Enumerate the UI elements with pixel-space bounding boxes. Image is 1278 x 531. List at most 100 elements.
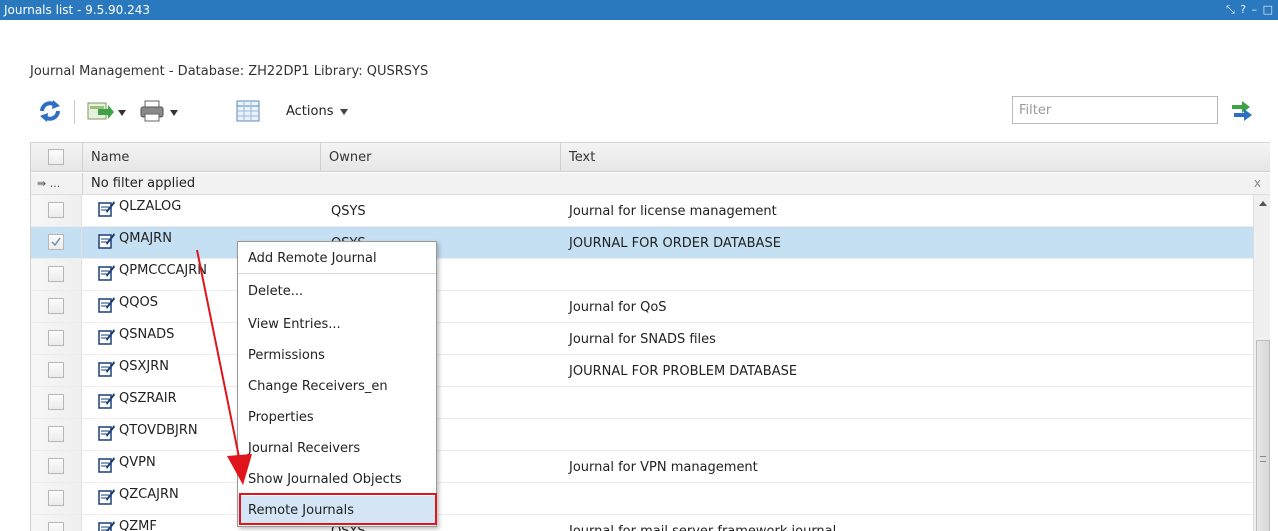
journal-icon (98, 295, 116, 317)
journal-name[interactable]: QLZALOG (119, 199, 181, 214)
menu-item-properties[interactable]: Properties (238, 403, 436, 431)
journal-icon (98, 519, 116, 531)
actions-menu-button[interactable]: Actions (286, 104, 348, 119)
journal-text: JOURNAL FOR ORDER DATABASE (569, 236, 781, 251)
journal-text: Journal for mail server framework journa… (569, 524, 845, 531)
menu-item-view-entries[interactable]: View Entries... (238, 310, 436, 338)
row-checkbox-cell (31, 483, 82, 514)
table-row[interactable]: QMAJRNQSYSJOURNAL FOR ORDER DATABASE (31, 227, 1253, 259)
journal-name[interactable]: QSZRAIR (119, 391, 177, 406)
journal-name[interactable]: QVPN (119, 455, 156, 470)
vertical-scrollbar[interactable] (1253, 195, 1270, 531)
row-checkbox-cell (31, 259, 82, 290)
export-icon[interactable] (86, 97, 126, 129)
menu-item-show-journaled-objects[interactable]: Show Journaled Objects (238, 465, 436, 493)
row-checkbox[interactable] (48, 458, 64, 474)
table-row[interactable]: QSZRAIR (31, 387, 1253, 419)
journal-text: JOURNAL FOR PROBLEM DATABASE (569, 364, 798, 379)
window-titlebar: Journals list - 9.5.90.243 ⤡ ? – □ (0, 0, 1278, 20)
journal-icon (98, 455, 116, 477)
table-row[interactable]: QPMCCCAJRN (31, 259, 1253, 291)
journals-table: Name Owner Text ⇛ ... No filter applied … (30, 142, 1270, 531)
context-menu: Add Remote Journal Delete... View Entries.… (237, 241, 437, 527)
journal-icon (98, 263, 116, 285)
filter-status-row: ⇛ ... No filter applied x (31, 173, 1270, 195)
journal-name[interactable]: QQOS (119, 295, 158, 310)
filter-options-button[interactable]: ⇛ ... (31, 173, 83, 194)
row-checkbox[interactable] (48, 266, 64, 282)
table-row[interactable]: QQOS Journal for QoS (31, 291, 1253, 323)
row-checkbox-cell (31, 515, 82, 531)
journal-icon (98, 487, 116, 509)
journal-name[interactable]: QZMF (119, 519, 157, 531)
go-icon[interactable] (1230, 99, 1254, 127)
journal-name[interactable]: QTOVDBJRN (119, 423, 198, 438)
journal-name[interactable]: QMAJRN (119, 231, 172, 246)
menu-item-remote-journals[interactable]: Remote Journals (238, 496, 436, 524)
journal-text: Journal for VPN management (569, 460, 758, 475)
journal-icon (98, 359, 116, 381)
row-checkbox[interactable] (48, 362, 64, 378)
table-row[interactable]: QTOVDBJRN (31, 419, 1253, 451)
row-checkbox-cell (31, 451, 82, 482)
menu-item-journal-receivers[interactable]: Journal Receivers (238, 434, 436, 462)
journal-name[interactable]: QZCAJRN (119, 487, 179, 502)
menu-item-change-receivers-en[interactable]: Change Receivers_en (238, 372, 436, 400)
column-header-name[interactable]: Name (83, 143, 321, 172)
grip-icon (1260, 456, 1266, 462)
row-checkbox-cell (31, 419, 82, 450)
table-row[interactable]: QSNADS Journal for SNADS files (31, 323, 1253, 355)
journal-text: Journal for QoS (569, 300, 667, 315)
scrollbar-thumb[interactable] (1256, 340, 1270, 531)
row-checkbox[interactable] (48, 330, 64, 346)
journal-text: Journal for SNADS files (569, 332, 716, 347)
filter-input[interactable] (1012, 96, 1218, 124)
row-checkbox-cell (31, 227, 82, 258)
menu-item-permissions[interactable]: Permissions (238, 341, 436, 369)
window-controls[interactable]: ⤡ ? – □ (1226, 3, 1274, 17)
menu-item-delete[interactable]: Delete... (238, 277, 436, 305)
select-all-header (31, 143, 83, 172)
journal-owner: QSYS (331, 204, 366, 219)
journal-name[interactable]: QPMCCCAJRN (119, 263, 207, 278)
journal-icon (98, 327, 116, 349)
row-checkbox[interactable] (48, 490, 64, 506)
row-checkbox[interactable] (48, 234, 64, 250)
menu-item-add-remote-journal[interactable]: Add Remote Journal (238, 244, 436, 272)
column-header-owner[interactable]: Owner (321, 143, 561, 172)
row-checkbox[interactable] (48, 394, 64, 410)
row-checkbox-cell (31, 323, 82, 354)
table-header: Name Owner Text (31, 142, 1270, 172)
columns-icon[interactable] (236, 97, 260, 129)
chevron-down-icon (339, 108, 348, 115)
row-checkbox-cell (31, 355, 82, 386)
journal-icon (98, 231, 116, 253)
table-row[interactable]: QZMFQSYSJournal for mail server framewor… (31, 515, 1253, 531)
select-all-checkbox[interactable] (48, 149, 64, 165)
window-title: Journals list - 9.5.90.243 (4, 3, 151, 17)
row-checkbox[interactable] (48, 426, 64, 442)
column-header-text[interactable]: Text (561, 143, 1270, 172)
row-checkbox-cell (31, 291, 82, 322)
row-checkbox[interactable] (48, 298, 64, 314)
row-checkbox[interactable] (48, 522, 64, 531)
row-checkbox[interactable] (48, 202, 64, 218)
row-checkbox-cell (31, 195, 82, 226)
journal-name[interactable]: QSXJRN (119, 359, 169, 374)
scroll-up-icon[interactable] (1259, 201, 1267, 206)
journal-text: Journal for license management (569, 204, 777, 219)
toolbar-separator (74, 100, 75, 124)
row-checkbox-cell (31, 387, 82, 418)
menu-separator (238, 273, 436, 274)
refresh-icon[interactable] (36, 97, 64, 129)
table-row[interactable]: QSXJRN JOURNAL FOR PROBLEM DATABASE (31, 355, 1253, 387)
journal-name[interactable]: QSNADS (119, 327, 174, 342)
print-icon[interactable] (138, 97, 180, 129)
clear-filter-icon[interactable]: x (1254, 176, 1261, 190)
actions-label: Actions (286, 104, 334, 119)
table-row[interactable]: QVPN Journal for VPN management (31, 451, 1253, 483)
journal-icon (98, 199, 116, 221)
table-row[interactable]: QLZALOG QSYS Journal for license managemen… (31, 195, 1253, 227)
table-row[interactable]: QZCAJRN (31, 483, 1253, 515)
page-subtitle: Journal Management - Database: ZH22DP1 L… (30, 64, 429, 79)
